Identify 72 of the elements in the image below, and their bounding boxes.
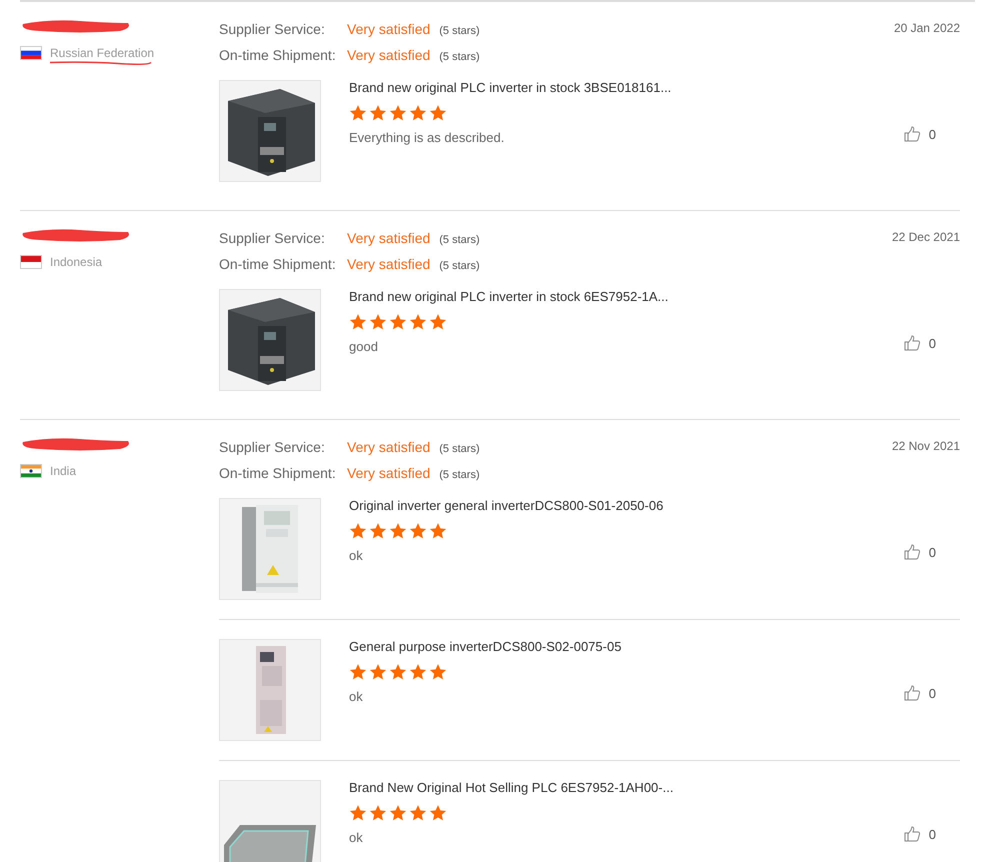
- rating-value: Very satisfied: [347, 255, 430, 273]
- rating-value: Very satisfied: [347, 438, 430, 456]
- product-title[interactable]: Brand New Original Hot Selling PLC 6ES7952-1AH00-...: [349, 780, 904, 796]
- star-icon: [429, 104, 447, 122]
- rating-label: On-time Shipment:: [219, 464, 337, 482]
- rating-label: On-time Shipment:: [219, 46, 337, 64]
- rating-note: (5 stars): [439, 24, 480, 39]
- product-title[interactable]: Brand new original PLC inverter in stock 3BSE018161...: [349, 80, 904, 96]
- country-name: Russian Federation: [50, 46, 154, 60]
- star-icon: [369, 804, 387, 822]
- rating-label: Supplier Service:: [219, 20, 326, 38]
- thumbs-up-icon[interactable]: [904, 335, 921, 351]
- star-icon: [409, 522, 427, 540]
- rating-note: (5 stars): [439, 233, 480, 248]
- rating-label: Supplier Service:: [219, 229, 326, 247]
- rating-note: (5 stars): [439, 50, 480, 65]
- review-comment: ok: [349, 689, 364, 704]
- star-icon: [349, 804, 367, 822]
- thumbs-up-icon[interactable]: [904, 685, 921, 701]
- star-icon: [349, 663, 367, 681]
- star-icon: [369, 313, 387, 331]
- star-icon: [429, 804, 447, 822]
- rating-value: Very satisfied: [347, 20, 430, 38]
- star-icon: [349, 313, 367, 331]
- star-icon: [389, 663, 407, 681]
- like-count: 0: [928, 336, 936, 350]
- star-icon: [429, 313, 447, 331]
- star-icon: [409, 104, 427, 122]
- star-icon: [389, 804, 407, 822]
- flag-icon: [20, 464, 42, 478]
- review-date: 20 Jan 2022: [894, 21, 960, 37]
- rating-label: On-time Shipment:: [219, 255, 337, 273]
- review-date: 22 Dec 2021: [892, 230, 960, 246]
- star-icon: [429, 663, 447, 681]
- star-icon: [349, 522, 367, 540]
- thumbs-up-icon[interactable]: [904, 826, 921, 842]
- product-title[interactable]: Original inverter general inverterDCS800-S01-2050-06: [349, 498, 904, 514]
- star-icon: [369, 522, 387, 540]
- flag-icon: [20, 46, 42, 60]
- product-title[interactable]: General purpose inverterDCS800-S02-0075-05: [349, 639, 904, 655]
- country-name: Indonesia: [50, 255, 102, 269]
- like-count: 0: [928, 544, 936, 560]
- review-comment: ok: [349, 548, 364, 563]
- product-title[interactable]: Brand new original PLC inverter in stock 6ES7952-1A...: [349, 289, 904, 305]
- review-comment: good: [349, 339, 379, 354]
- star-icon: [389, 104, 407, 122]
- rating-note: (5 stars): [439, 442, 480, 457]
- like-count: 0: [928, 826, 936, 842]
- rating-note: (5 stars): [439, 259, 480, 274]
- star-icon: [349, 104, 367, 122]
- review-date: 22 Nov 2021: [892, 439, 960, 455]
- star-icon: [369, 104, 387, 122]
- star-icon: [369, 663, 387, 681]
- star-icon: [389, 522, 407, 540]
- like-count: 0: [928, 686, 936, 700]
- star-icon: [409, 804, 427, 822]
- flag-icon: [20, 255, 42, 269]
- star-icon: [389, 313, 407, 331]
- rating-value: Very satisfied: [347, 229, 430, 247]
- rating-note: (5 stars): [439, 468, 480, 483]
- country-name: India: [50, 464, 76, 478]
- rating-label: Supplier Service:: [219, 438, 326, 456]
- review-comment: Everything is as described.: [349, 130, 506, 145]
- star-icon: [409, 313, 427, 331]
- review-comment: ok: [349, 830, 364, 845]
- star-icon: [409, 663, 427, 681]
- like-count: 0: [928, 126, 936, 142]
- star-icon: [429, 522, 447, 540]
- rating-value: Very satisfied: [347, 464, 430, 482]
- rating-value: Very satisfied: [347, 46, 430, 64]
- thumbs-up-icon[interactable]: [904, 544, 921, 560]
- thumbs-up-icon[interactable]: [904, 126, 921, 142]
